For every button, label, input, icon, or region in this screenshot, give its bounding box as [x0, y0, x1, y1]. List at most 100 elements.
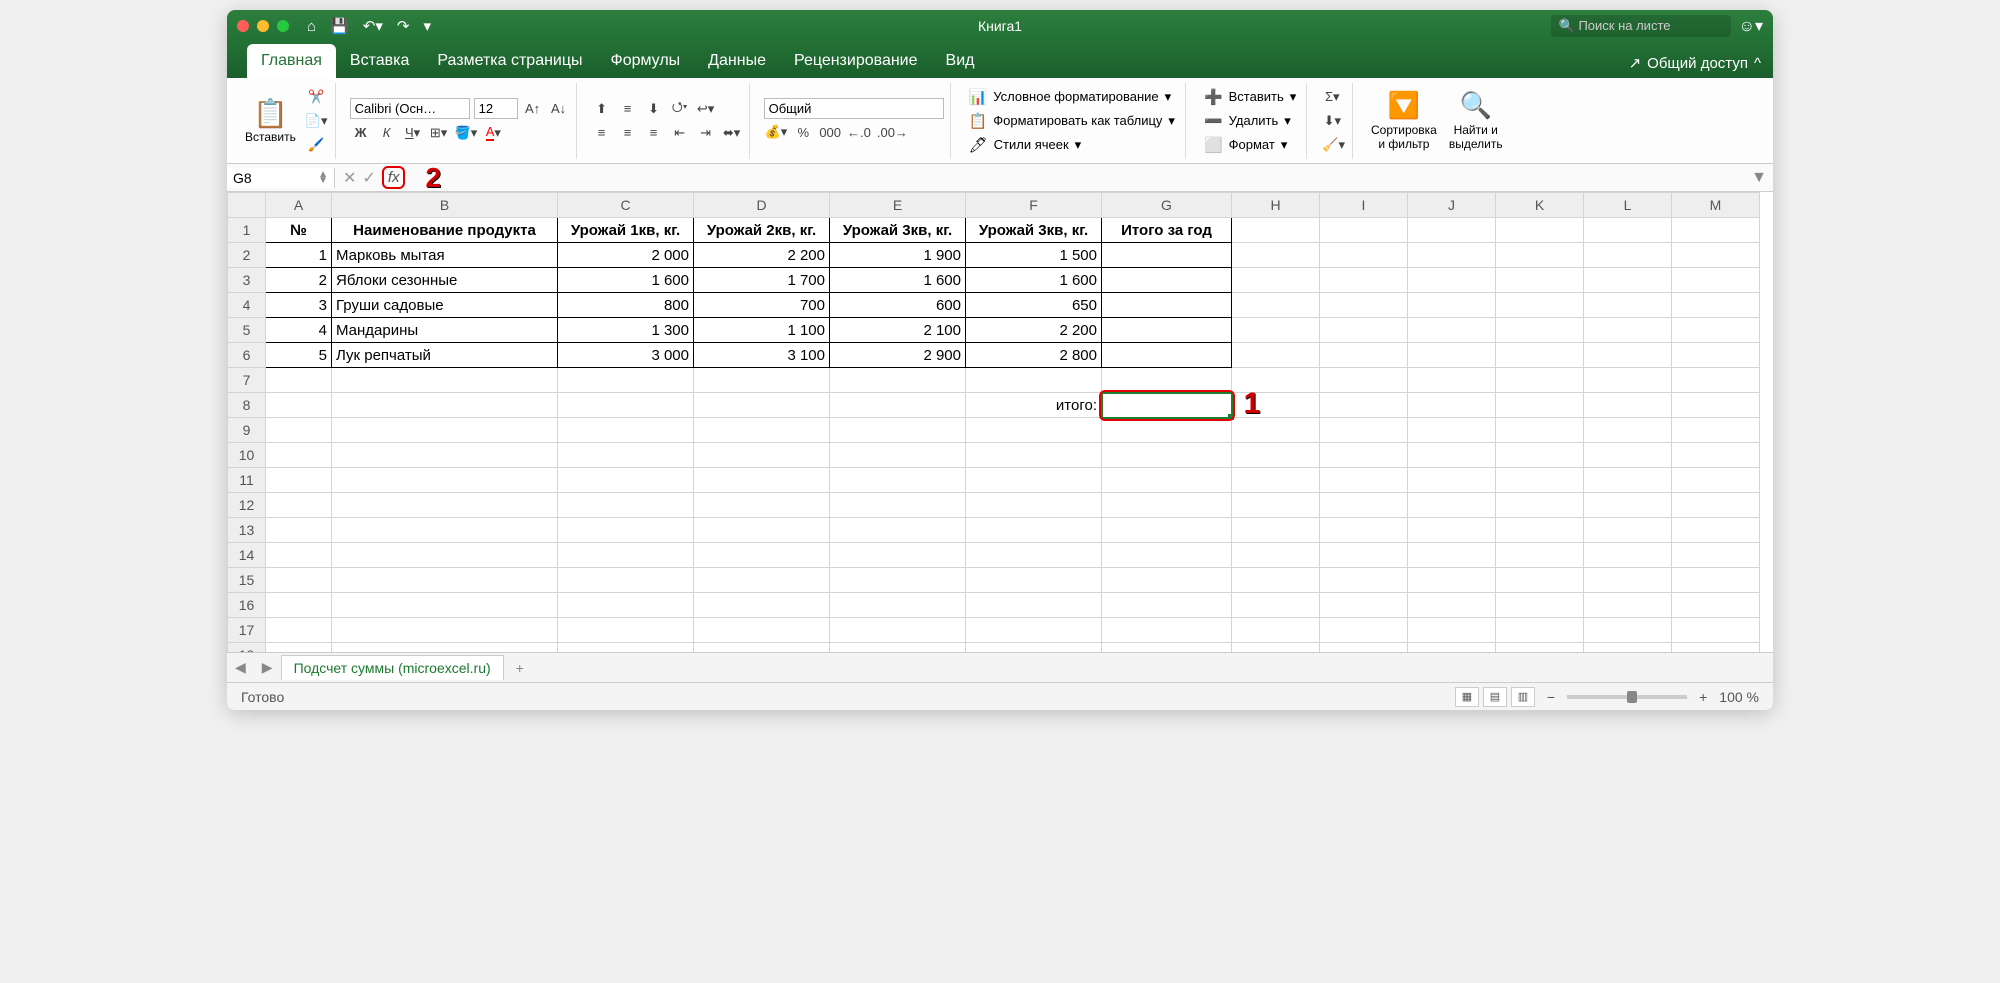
increase-indent-icon[interactable]: ⇥ — [695, 122, 717, 144]
comma-icon[interactable]: 000 — [818, 121, 842, 143]
cell-J12[interactable] — [1408, 493, 1496, 518]
cell-E10[interactable] — [830, 443, 966, 468]
cell-K4[interactable] — [1496, 293, 1584, 318]
cell-A11[interactable] — [266, 468, 332, 493]
cell-D2[interactable]: 2 200 — [694, 243, 830, 268]
cell-K7[interactable] — [1496, 368, 1584, 393]
zoom-level[interactable]: 100 % — [1719, 689, 1759, 705]
cell-M5[interactable] — [1672, 318, 1760, 343]
cell-D4[interactable]: 700 — [694, 293, 830, 318]
cell-M6[interactable] — [1672, 343, 1760, 368]
cell-I15[interactable] — [1320, 568, 1408, 593]
tab-Рецензирование[interactable]: Рецензирование — [780, 44, 932, 78]
page-break-view-icon[interactable]: ▥ — [1511, 687, 1535, 707]
align-center-icon[interactable]: ≡ — [617, 122, 639, 144]
row-header-9[interactable]: 9 — [228, 418, 266, 443]
cell-B13[interactable] — [332, 518, 558, 543]
decrease-decimal-icon[interactable]: .00→ — [876, 121, 909, 143]
row-header-7[interactable]: 7 — [228, 368, 266, 393]
insert-function-button[interactable]: fx — [382, 166, 406, 189]
align-left-icon[interactable]: ≡ — [591, 122, 613, 144]
col-header-B[interactable]: B — [332, 193, 558, 218]
zoom-slider[interactable] — [1567, 695, 1687, 699]
cell-G2[interactable] — [1102, 243, 1232, 268]
tab-Формулы[interactable]: Формулы — [597, 44, 695, 78]
col-header-F[interactable]: F — [966, 193, 1102, 218]
increase-font-icon[interactable]: A↑ — [522, 98, 544, 120]
format-painter-icon[interactable]: 🖌️ — [304, 134, 329, 156]
cell-B4[interactable]: Груши садовые — [332, 293, 558, 318]
cell-J13[interactable] — [1408, 518, 1496, 543]
feedback-icon[interactable]: ☺▾ — [1739, 16, 1763, 36]
cell-A10[interactable] — [266, 443, 332, 468]
delete-cells-button[interactable]: ➖Удалить ▾ — [1200, 110, 1300, 132]
cell-I8[interactable] — [1320, 393, 1408, 418]
cut-icon[interactable]: ✂️ — [304, 86, 329, 108]
cell-B14[interactable] — [332, 543, 558, 568]
row-header-18[interactable]: 18 — [228, 643, 266, 653]
cell-C11[interactable] — [558, 468, 694, 493]
cell-C3[interactable]: 1 600 — [558, 268, 694, 293]
cell-D5[interactable]: 1 100 — [694, 318, 830, 343]
undo-icon[interactable]: ↶▾ — [363, 17, 383, 35]
cell-E15[interactable] — [830, 568, 966, 593]
cell-A18[interactable] — [266, 643, 332, 653]
cell-A4[interactable]: 3 — [266, 293, 332, 318]
cell-F12[interactable] — [966, 493, 1102, 518]
row-header-16[interactable]: 16 — [228, 593, 266, 618]
cell-A8[interactable] — [266, 393, 332, 418]
cell-I7[interactable] — [1320, 368, 1408, 393]
cell-A1[interactable]: № — [266, 218, 332, 243]
cell-G5[interactable] — [1102, 318, 1232, 343]
cell-L3[interactable] — [1584, 268, 1672, 293]
col-header-E[interactable]: E — [830, 193, 966, 218]
add-sheet-button[interactable]: + — [504, 656, 536, 680]
cell-H10[interactable] — [1232, 443, 1320, 468]
cell-J9[interactable] — [1408, 418, 1496, 443]
col-header-A[interactable]: A — [266, 193, 332, 218]
cell-I18[interactable] — [1320, 643, 1408, 653]
italic-button[interactable]: К — [376, 122, 398, 144]
cell-G13[interactable] — [1102, 518, 1232, 543]
cell-A14[interactable] — [266, 543, 332, 568]
cell-C6[interactable]: 3 000 — [558, 343, 694, 368]
cell-H12[interactable] — [1232, 493, 1320, 518]
cell-F7[interactable] — [966, 368, 1102, 393]
cell-M7[interactable] — [1672, 368, 1760, 393]
cell-M2[interactable] — [1672, 243, 1760, 268]
cell-M10[interactable] — [1672, 443, 1760, 468]
cell-F13[interactable] — [966, 518, 1102, 543]
cell-D7[interactable] — [694, 368, 830, 393]
cell-C16[interactable] — [558, 593, 694, 618]
cell-E8[interactable] — [830, 393, 966, 418]
format-as-table-button[interactable]: 📋Форматировать как таблицу ▾ — [965, 110, 1179, 132]
cell-I9[interactable] — [1320, 418, 1408, 443]
cell-D17[interactable] — [694, 618, 830, 643]
cell-B17[interactable] — [332, 618, 558, 643]
cell-L16[interactable] — [1584, 593, 1672, 618]
close-icon[interactable] — [237, 20, 249, 32]
cancel-formula-icon[interactable]: ✕ — [343, 168, 356, 188]
cell-G7[interactable] — [1102, 368, 1232, 393]
cell-I4[interactable] — [1320, 293, 1408, 318]
find-select-button[interactable]: 🔍Найти и выделить — [1445, 86, 1507, 155]
cell-E2[interactable]: 1 900 — [830, 243, 966, 268]
cell-H13[interactable] — [1232, 518, 1320, 543]
row-header-6[interactable]: 6 — [228, 343, 266, 368]
cell-K12[interactable] — [1496, 493, 1584, 518]
number-format-select[interactable] — [764, 98, 944, 119]
cell-K11[interactable] — [1496, 468, 1584, 493]
align-top-icon[interactable]: ⬆ — [591, 98, 613, 120]
zoom-in-icon[interactable]: + — [1699, 689, 1707, 705]
clear-icon[interactable]: 🧹▾ — [1321, 134, 1346, 156]
merge-icon[interactable]: ⬌▾ — [721, 122, 743, 144]
row-header-8[interactable]: 8 — [228, 393, 266, 418]
cell-H9[interactable] — [1232, 418, 1320, 443]
cell-C14[interactable] — [558, 543, 694, 568]
cell-J14[interactable] — [1408, 543, 1496, 568]
currency-icon[interactable]: 💰▾ — [764, 121, 789, 143]
cell-J8[interactable] — [1408, 393, 1496, 418]
cell-E6[interactable]: 2 900 — [830, 343, 966, 368]
insert-cells-button[interactable]: ➕Вставить ▾ — [1200, 86, 1300, 108]
font-size-select[interactable] — [474, 98, 518, 119]
